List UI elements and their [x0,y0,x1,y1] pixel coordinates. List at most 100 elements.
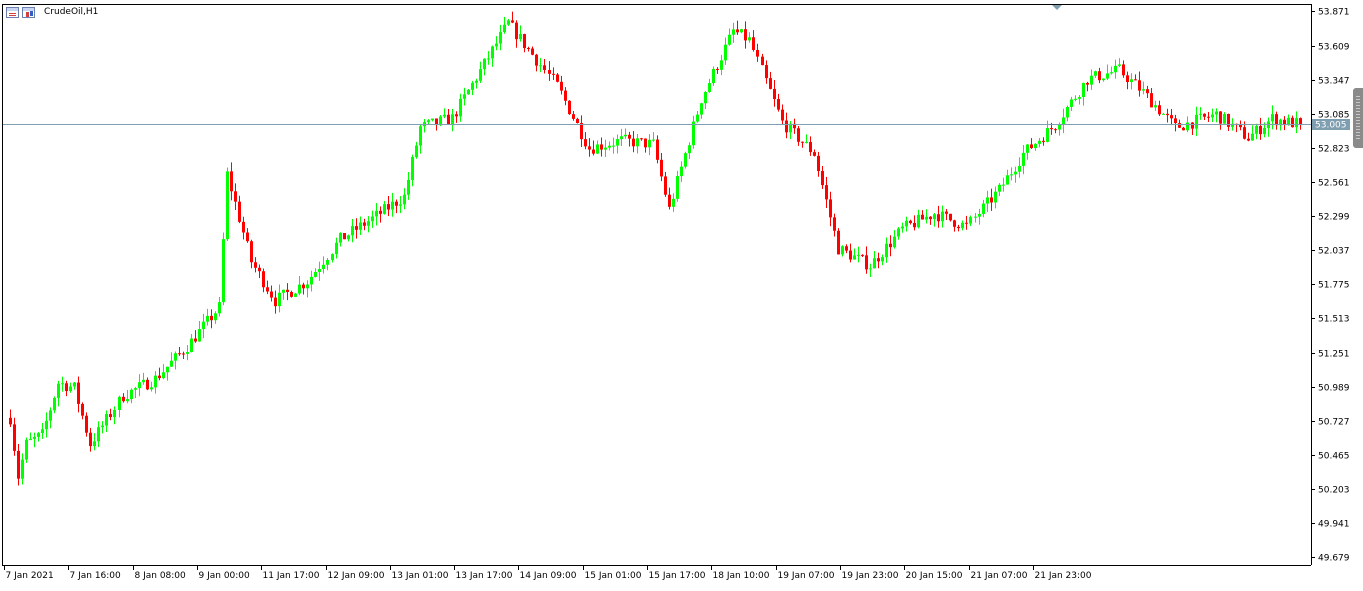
bull-candle [539,65,542,67]
price-tick-label: 50.989 [1318,384,1350,394]
bear-candle [258,267,261,272]
bull-candle [359,222,362,230]
bear-candle [511,20,514,23]
bear-candle [246,232,249,242]
bear-candle [580,122,583,140]
bull-candle [162,372,165,379]
bull-candle [1215,111,1218,115]
bear-candle [592,149,595,154]
bull-candle [451,114,454,125]
bull-candle [941,211,944,222]
time-tick-label: 20 Jan 15:00 [906,571,963,581]
bear-candle [1138,80,1141,91]
chart-window[interactable]: 53.871 53.609 53.347 53.085 52.823 52.561 52.2… [0,0,1363,587]
bear-candle [262,271,265,288]
bull-candle [1130,79,1133,83]
bull-candle [696,114,699,122]
bull-candle [692,121,695,146]
time-tick-label: 14 Jan 09:00 [520,571,577,581]
bear-candle [1134,79,1137,81]
bear-candle [1146,89,1149,94]
bear-candle [716,68,719,70]
bull-candle [612,145,615,147]
bear-candle [523,34,526,48]
price-tick-label: 52.823 [1318,145,1350,155]
bull-candle [1251,133,1254,141]
bull-candle [326,259,329,265]
bull-candle [222,239,225,303]
bear-candle [274,297,277,307]
bull-candle [1022,152,1025,166]
bull-candle [1287,117,1290,125]
bear-candle [355,226,358,230]
bull-candle [427,120,430,123]
bull-candle [439,116,442,125]
bear-candle [1158,105,1161,115]
bull-candle [314,272,317,277]
bear-candle [1126,75,1129,83]
bull-candle [134,388,137,390]
bull-candle [282,289,285,293]
bear-candle [640,138,643,140]
bear-candle [809,141,812,153]
bull-candle [459,98,462,117]
bull-candle [789,123,792,133]
bull-candle [1074,98,1077,100]
bear-candle [909,220,912,223]
bull-candle [101,425,104,428]
bear-candle [455,114,458,117]
bull-candle [306,284,309,289]
bull-candle [680,166,683,177]
bull-candle [371,216,374,222]
bull-candle [1038,140,1041,144]
bear-candle [913,222,916,228]
chart-window-icon[interactable] [6,7,19,18]
bear-candle [849,250,852,260]
bear-candle [877,258,880,262]
bull-candle [322,264,325,269]
bull-candle [278,292,281,307]
bear-candle [77,382,80,404]
bear-candle [17,450,20,479]
bull-candle [704,91,707,104]
bull-candle [483,58,486,70]
bear-candle [937,214,940,222]
bull-candle [1102,78,1105,81]
bull-candle [150,387,153,390]
bear-candle [572,114,575,119]
bull-candle [206,315,209,322]
bull-candle [367,221,370,226]
bull-candle [1186,122,1189,131]
scroll-handle[interactable] [1353,88,1363,148]
price-tick-label: 53.609 [1318,43,1350,53]
bar-chart-icon[interactable] [22,7,35,18]
bull-candle [748,37,751,41]
bear-candle [1299,118,1302,125]
bull-candle [652,139,655,141]
bull-candle [648,139,651,148]
bull-candle [218,302,221,314]
bull-candle [41,429,44,434]
bear-candle [756,49,759,57]
time-tick-label: 13 Jan 17:00 [456,571,513,581]
time-tick-label: 19 Jan 23:00 [842,571,899,581]
bull-candle [728,34,731,45]
price-tick-label: 51.513 [1318,315,1350,325]
bear-candle [1042,140,1045,142]
bull-candle [118,396,121,410]
bull-candle [853,255,856,260]
bull-candle [897,228,900,237]
price-chart[interactable]: 53.87153.60953.34753.08552.82352.56152.2… [0,0,1363,587]
bull-candle [73,382,76,387]
bull-candle [1058,125,1061,130]
price-tick-label: 50.465 [1318,452,1350,462]
bear-candle [515,22,518,40]
bear-candle [250,241,253,263]
bear-candle [85,415,88,433]
bull-candle [310,276,313,285]
bull-candle [491,46,494,59]
bear-candle [182,353,185,355]
bull-candle [672,198,675,207]
bear-candle [531,48,534,55]
bear-candle [9,417,12,425]
